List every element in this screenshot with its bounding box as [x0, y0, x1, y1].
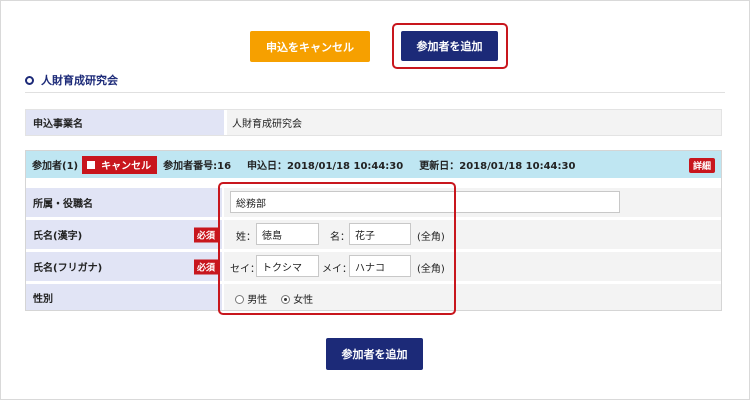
add-participant-button[interactable]: 参加者を追加 [401, 31, 498, 61]
event-name-value: 人財育成研究会 [227, 110, 721, 135]
name-kanji-label: 氏名(漢字) 必須 [26, 220, 222, 249]
detail-button[interactable]: 詳細 [688, 158, 715, 173]
affiliation-label: 所属・役職名 [26, 188, 222, 217]
gender-label: 性別 [26, 284, 222, 310]
add-participant-bottom-button[interactable]: 参加者を追加 [326, 338, 423, 370]
circle-bullet-icon [25, 75, 34, 85]
required-badge: 必須 [193, 259, 218, 274]
participant-index: 参加者(1) [32, 161, 79, 172]
name-kanji-label-text: 氏名(漢字) [33, 231, 83, 242]
cancel-application-button[interactable]: 申込をキャンセル [250, 31, 370, 62]
participant-number: 参加者番号:16 [163, 161, 232, 172]
name-kana-label-text: 氏名(フリガナ) [33, 263, 103, 274]
event-name-row: 申込事業名 人財育成研究会 [25, 109, 722, 136]
section-divider [25, 92, 725, 93]
event-name-label: 申込事業名 [26, 110, 224, 135]
participant-cancel-label: キャンセル [101, 161, 152, 172]
participant-header: 参加者(1) キャンセル 参加者番号:16 申込日：2018/01/18 10:… [26, 151, 721, 178]
updated-date: 更新日：2018/01/18 10:44:30 [419, 161, 576, 172]
highlight-frame-form [218, 182, 456, 315]
participant-cancel-button[interactable]: キャンセル [82, 155, 158, 174]
name-kana-label: 氏名(フリガナ) 必須 [26, 252, 222, 281]
required-badge: 必須 [193, 227, 218, 242]
section-title: 人財育成研究会 [25, 72, 118, 88]
checkbox-square-icon [87, 160, 96, 169]
section-title-text: 人財育成研究会 [41, 74, 118, 87]
applied-date: 申込日：2018/01/18 10:44:30 [247, 161, 404, 172]
